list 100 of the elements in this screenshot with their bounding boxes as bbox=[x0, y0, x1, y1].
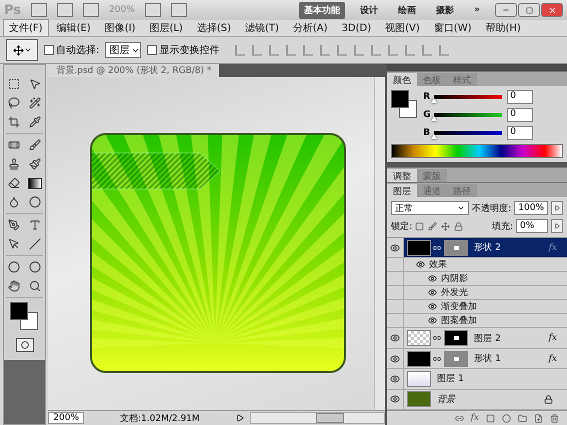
menu-item[interactable]: 滤镜(T) bbox=[238, 19, 285, 37]
channel-value-field[interactable]: 0 bbox=[507, 126, 534, 140]
new-layer-icon[interactable] bbox=[534, 414, 543, 422]
menu-item[interactable]: 图像(I) bbox=[98, 19, 142, 37]
close-button[interactable] bbox=[541, 3, 563, 17]
mask-icon[interactable] bbox=[486, 414, 495, 422]
lock-brush-icon[interactable] bbox=[428, 222, 438, 230]
eyedropper-icon[interactable] bbox=[27, 114, 44, 130]
slider-thumb[interactable] bbox=[431, 134, 438, 139]
close-icon bbox=[548, 6, 556, 14]
horizontal-scrollbar[interactable] bbox=[250, 412, 386, 424]
eye-icon[interactable] bbox=[390, 333, 400, 344]
layer-row[interactable]: 形状 1 fx bbox=[387, 348, 567, 370]
color-spectrum[interactable] bbox=[391, 144, 563, 158]
menu-item[interactable]: 图层(L) bbox=[143, 19, 189, 37]
play-icon[interactable] bbox=[236, 414, 244, 422]
fill-field[interactable]: 0% bbox=[516, 219, 548, 233]
quick-mask-icon[interactable] bbox=[16, 338, 34, 352]
panel-tab[interactable]: 颜色 bbox=[387, 73, 418, 86]
workspace-button[interactable]: 设计 bbox=[355, 2, 384, 18]
layer-row[interactable]: 图层 2 fx bbox=[387, 328, 567, 349]
link-icon[interactable] bbox=[454, 414, 464, 422]
minimize-button[interactable] bbox=[495, 3, 517, 17]
menu-item[interactable]: 帮助(H) bbox=[480, 19, 527, 37]
lock-pixels-icon[interactable] bbox=[415, 222, 424, 230]
menu-item[interactable]: 3D(D) bbox=[336, 20, 378, 36]
adjustment-icon[interactable] bbox=[502, 414, 511, 422]
menu-item[interactable]: 分析(A) bbox=[286, 19, 334, 37]
caret-icon bbox=[24, 46, 32, 54]
effect-row[interactable]: 内阴影 bbox=[387, 272, 567, 286]
layer-name: 背景 bbox=[437, 394, 456, 406]
vertical-scrollbar[interactable] bbox=[374, 77, 386, 410]
brush-icon[interactable] bbox=[27, 137, 44, 153]
eye-icon[interactable] bbox=[428, 288, 438, 298]
fill-arrow-button[interactable] bbox=[551, 219, 563, 233]
effects-row[interactable]: 效果 bbox=[387, 258, 567, 272]
eye-icon[interactable] bbox=[428, 274, 438, 284]
eye-icon[interactable] bbox=[416, 260, 426, 270]
menu-item[interactable]: 选择(S) bbox=[190, 19, 237, 37]
target-dropdown[interactable]: 图层 bbox=[105, 42, 142, 58]
more-workspaces-button[interactable]: » bbox=[469, 3, 485, 17]
lasso-icon[interactable] bbox=[6, 95, 22, 111]
eye-icon[interactable] bbox=[390, 394, 400, 404]
maximize-button[interactable] bbox=[518, 3, 540, 17]
crop-icon[interactable] bbox=[6, 114, 22, 130]
effect-row[interactable]: 外发光 bbox=[387, 286, 567, 300]
line-icon[interactable] bbox=[27, 236, 44, 252]
hand-icon[interactable] bbox=[6, 278, 22, 294]
layer-row[interactable]: 形状 2 fx bbox=[387, 238, 567, 258]
history-brush-icon[interactable] bbox=[27, 156, 44, 172]
layer-row[interactable]: 背景 bbox=[387, 390, 567, 410]
menu-item[interactable]: 编辑(E) bbox=[50, 19, 97, 37]
eye-icon[interactable] bbox=[390, 242, 400, 253]
effect-row[interactable]: 渐变叠加 bbox=[387, 300, 567, 314]
eye-icon[interactable] bbox=[390, 354, 400, 364]
layer-row[interactable]: 图层 1 bbox=[387, 369, 567, 390]
document-size: 文档:1.02M/2.91M bbox=[120, 412, 201, 424]
eye-icon[interactable] bbox=[390, 374, 400, 384]
opacity-arrow-button[interactable] bbox=[551, 201, 563, 215]
arrow-icon bbox=[554, 223, 560, 229]
zoom-field[interactable]: 200% bbox=[48, 412, 84, 424]
panel-tab[interactable]: 图层 bbox=[387, 184, 418, 197]
layer-name: 形状 1 bbox=[474, 352, 501, 366]
layer-name: 形状 2 bbox=[474, 242, 501, 254]
slider-thumb[interactable] bbox=[431, 116, 438, 121]
lock-icon[interactable] bbox=[454, 222, 464, 230]
fx-icon[interactable]: fx bbox=[548, 242, 557, 253]
workspace-button[interactable]: 摄影 bbox=[431, 2, 460, 18]
channel-value-field[interactable]: 0 bbox=[507, 108, 534, 122]
maximize-icon bbox=[526, 6, 532, 14]
eraser-icon[interactable] bbox=[6, 175, 22, 191]
menu-item[interactable]: 视图(V) bbox=[379, 19, 426, 37]
slider-thumb[interactable] bbox=[431, 98, 438, 103]
workspace-button[interactable]: 基本功能 bbox=[299, 2, 346, 18]
move-icon bbox=[12, 44, 24, 56]
layer-name: 图层 2 bbox=[474, 332, 501, 345]
eye-icon[interactable] bbox=[428, 316, 438, 326]
trash-icon[interactable] bbox=[550, 414, 559, 422]
fx-icon[interactable]: fx bbox=[548, 354, 557, 364]
channel-value-field[interactable]: 0 bbox=[507, 90, 534, 104]
tool-preset-picker[interactable] bbox=[6, 39, 38, 61]
menu-item[interactable]: 文件(F) bbox=[3, 19, 49, 37]
blend-mode-dropdown[interactable]: 正常 bbox=[391, 201, 470, 215]
caret-icon bbox=[457, 204, 466, 212]
color-swatches-icon[interactable] bbox=[391, 90, 418, 120]
document-tab[interactable]: 背景.psd @ 200% (形状 2, RGB/8) * bbox=[48, 64, 220, 77]
lock-move-icon[interactable] bbox=[441, 222, 450, 230]
magic-wand-icon[interactable] bbox=[27, 95, 44, 111]
gradient-icon[interactable] bbox=[27, 175, 44, 191]
auto-select-checkbox[interactable]: 自动选择: bbox=[44, 43, 100, 57]
fx-icon[interactable]: fx bbox=[470, 413, 479, 423]
effect-row[interactable]: 图案叠加 bbox=[387, 314, 567, 328]
show-transform-checkbox[interactable]: 显示变换控件 bbox=[147, 43, 220, 57]
opacity-field[interactable]: 100% bbox=[514, 201, 548, 215]
panel-tab[interactable]: 调整 bbox=[387, 169, 418, 182]
folder-icon[interactable] bbox=[518, 414, 527, 422]
menu-item[interactable]: 窗口(W) bbox=[428, 19, 478, 37]
workspace-button[interactable]: 绘画 bbox=[393, 2, 422, 18]
fx-icon[interactable]: fx bbox=[548, 333, 557, 344]
eye-icon[interactable] bbox=[428, 302, 438, 312]
